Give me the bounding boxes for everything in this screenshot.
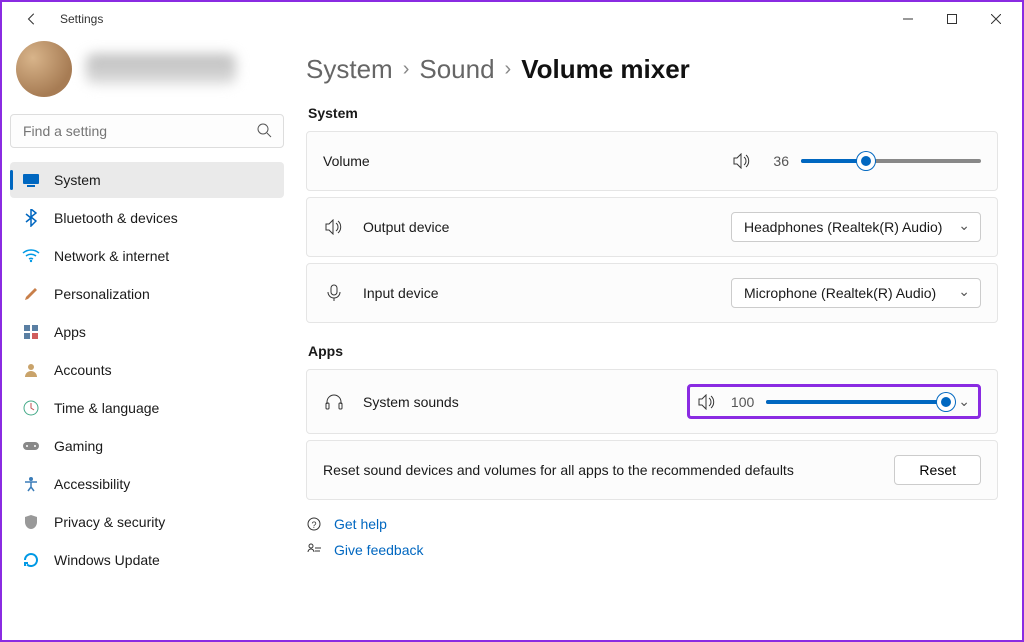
give-feedback-link[interactable]: Give feedback <box>334 542 424 558</box>
help-icon: ? <box>306 516 324 532</box>
shield-icon <box>22 513 40 531</box>
sidebar-item-personalization[interactable]: Personalization <box>10 276 284 312</box>
output-device-row: Output device Headphones (Realtek(R) Aud… <box>306 197 998 257</box>
window-controls <box>886 4 1018 34</box>
sidebar-item-network[interactable]: Network & internet <box>10 238 284 274</box>
search-icon <box>256 122 272 138</box>
volume-row: Volume 36 <box>306 131 998 191</box>
breadcrumb: System › Sound › Volume mixer <box>306 54 998 85</box>
feedback-icon <box>306 542 324 558</box>
sidebar-item-label: Personalization <box>54 286 150 302</box>
sidebar-item-system[interactable]: System <box>10 162 284 198</box>
profile-header[interactable] <box>10 40 284 110</box>
chevron-down-icon[interactable]: ⌄ <box>958 393 970 410</box>
gamepad-icon <box>22 437 40 455</box>
system-sounds-row[interactable]: System sounds 100 ⌄ <box>306 369 998 434</box>
microphone-icon <box>323 284 345 302</box>
sidebar-item-accounts[interactable]: Accounts <box>10 352 284 388</box>
avatar <box>16 41 72 97</box>
system-sounds-label: System sounds <box>363 394 459 410</box>
sidebar-item-gaming[interactable]: Gaming <box>10 428 284 464</box>
brush-icon <box>22 285 40 303</box>
profile-name-redacted <box>86 54 236 84</box>
sidebar-item-accessibility[interactable]: Accessibility <box>10 466 284 502</box>
sidebar-item-label: Accounts <box>54 362 112 378</box>
person-icon <box>22 361 40 379</box>
maximize-button[interactable] <box>930 4 974 34</box>
back-button[interactable] <box>20 7 44 31</box>
sidebar-item-time-language[interactable]: Time & language <box>10 390 284 426</box>
main-content: System › Sound › Volume mixer System Vol… <box>292 36 1022 640</box>
chevron-right-icon: › <box>403 58 410 81</box>
reset-description: Reset sound devices and volumes for all … <box>323 462 794 478</box>
system-icon <box>22 171 40 189</box>
sidebar-item-bluetooth[interactable]: Bluetooth & devices <box>10 200 284 236</box>
reset-button[interactable]: Reset <box>894 455 981 485</box>
sidebar-item-privacy[interactable]: Privacy & security <box>10 504 284 540</box>
accessibility-icon <box>22 475 40 493</box>
sidebar-item-label: Apps <box>54 324 86 340</box>
sidebar-item-windows-update[interactable]: Windows Update <box>10 542 284 578</box>
titlebar: Settings <box>2 2 1022 36</box>
highlighted-system-sounds-controls: 100 ⌄ <box>687 384 981 419</box>
volume-slider[interactable] <box>801 159 981 163</box>
volume-label: Volume <box>323 153 370 169</box>
apps-icon <box>22 323 40 341</box>
update-icon <box>22 551 40 569</box>
wifi-icon <box>22 247 40 265</box>
breadcrumb-sound[interactable]: Sound <box>419 54 494 85</box>
svg-text:?: ? <box>311 520 316 530</box>
sidebar-item-label: System <box>54 172 101 188</box>
sidebar-item-label: Privacy & security <box>54 514 165 530</box>
speaker-icon[interactable] <box>698 394 716 410</box>
reset-row: Reset sound devices and volumes for all … <box>306 440 998 500</box>
section-title-apps: Apps <box>308 343 998 359</box>
headphones-icon <box>323 394 345 410</box>
breadcrumb-current: Volume mixer <box>521 54 690 85</box>
sidebar-item-label: Bluetooth & devices <box>54 210 178 226</box>
footer-links: ? Get help Give feedback <box>306 516 998 558</box>
close-button[interactable] <box>974 4 1018 34</box>
get-help-link[interactable]: Get help <box>334 516 387 532</box>
bluetooth-icon <box>22 209 40 227</box>
speaker-icon[interactable] <box>733 153 751 169</box>
input-device-row: Input device Microphone (Realtek(R) Audi… <box>306 263 998 323</box>
globe-clock-icon <box>22 399 40 417</box>
output-device-dropdown[interactable]: Headphones (Realtek(R) Audio) <box>731 212 981 242</box>
input-device-dropdown[interactable]: Microphone (Realtek(R) Audio) <box>731 278 981 308</box>
system-sounds-value: 100 <box>728 394 754 410</box>
minimize-button[interactable] <box>886 4 930 34</box>
sidebar: System Bluetooth & devices Network & int… <box>2 36 292 640</box>
nav-list: System Bluetooth & devices Network & int… <box>10 162 284 578</box>
search-container <box>10 114 284 148</box>
sidebar-item-label: Network & internet <box>54 248 169 264</box>
chevron-right-icon: › <box>505 58 512 81</box>
input-device-label: Input device <box>363 285 439 301</box>
sidebar-item-label: Time & language <box>54 400 159 416</box>
sidebar-item-label: Accessibility <box>54 476 130 492</box>
speaker-icon <box>323 219 345 235</box>
breadcrumb-system[interactable]: System <box>306 54 393 85</box>
output-device-label: Output device <box>363 219 449 235</box>
section-title-system: System <box>308 105 998 121</box>
volume-value: 36 <box>763 153 789 169</box>
window-title: Settings <box>60 12 103 26</box>
system-sounds-slider[interactable] <box>766 400 946 404</box>
sidebar-item-label: Windows Update <box>54 552 160 568</box>
sidebar-item-apps[interactable]: Apps <box>10 314 284 350</box>
sidebar-item-label: Gaming <box>54 438 103 454</box>
search-input[interactable] <box>10 114 284 148</box>
